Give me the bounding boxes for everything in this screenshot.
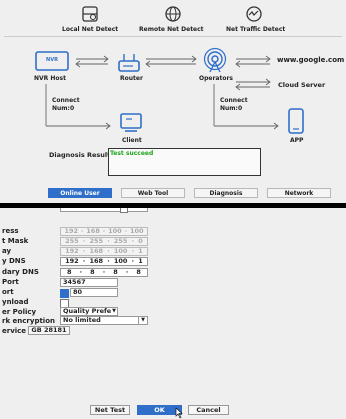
service-label: ervice [2, 327, 27, 335]
gb28181-button[interactable]: GB 28181 [28, 326, 70, 335]
primary-dns-field[interactable]: 192 · 168 · 100 · 1 [60, 257, 148, 266]
rtsp-port-label: ort [2, 288, 14, 296]
dns2-octet: 8 [136, 268, 141, 276]
secondary-dns-label: dary DNS [2, 268, 39, 276]
network-encryption-select[interactable]: No limited ▼ [60, 316, 148, 325]
client-label: Client [122, 137, 142, 144]
download-label: ynload [2, 298, 29, 306]
tab-network[interactable]: Network [267, 188, 331, 198]
subnet-mask-label: t Mask [2, 237, 29, 245]
ip-octet: 168 [86, 227, 100, 235]
dns-octet: 1 [138, 257, 143, 265]
diagnosis-result-box: Test succeed [108, 148, 261, 176]
tab-online-user[interactable]: Online User [48, 188, 112, 198]
mask-octet: 255 [89, 237, 104, 245]
gateway-octet: 192 [65, 247, 79, 255]
dns2-octet: 8 [67, 268, 72, 276]
cancel-button[interactable]: Cancel [188, 405, 229, 415]
app-label: APP [290, 137, 304, 144]
rtsp-port-checkbox[interactable] [60, 289, 69, 298]
net-test-button[interactable]: Net Test [90, 405, 130, 415]
connect-left-label: Connect Num:0 [52, 97, 80, 112]
network-detect-panel: Local Net Detect Remote Net Detect Net T… [0, 0, 346, 203]
gateway-field[interactable]: 192 · 168 · 100 · 1 [60, 247, 148, 256]
diagnosis-result-label: Diagnosis Result: [49, 151, 113, 159]
dns2-octet: 8 [113, 268, 118, 276]
primary-dns-label: y DNS [2, 257, 26, 265]
dns-octet: 100 [113, 257, 128, 265]
app-phone-icon [288, 108, 304, 134]
gateway-octet: 1 [138, 247, 143, 255]
tab-diagnosis[interactable]: Diagnosis [194, 188, 258, 198]
client-icon [120, 113, 142, 132]
chevron-down-icon: ▼ [112, 308, 116, 314]
ip-octet: 100 [108, 227, 122, 235]
ip-address-label: ress [2, 227, 19, 235]
secondary-dns-field[interactable]: 8 · 8 · 8 · 8 [60, 268, 148, 277]
mask-octet: 255 [113, 237, 128, 245]
ip-octet: 100 [129, 227, 144, 235]
connect-right-label: Connect Num:0 [220, 97, 248, 112]
ip-octet: 192 [64, 227, 79, 235]
chevron-down-icon: ▼ [138, 317, 145, 324]
subnet-mask-field[interactable]: 255 · 255 · 255 · 0 [60, 237, 148, 246]
dns-octet: 168 [89, 257, 104, 265]
dhcp-checkbox[interactable] [120, 208, 128, 213]
network-settings-panel [0, 208, 346, 419]
transfer-policy-label: er Policy [2, 308, 37, 316]
tab-web-tool[interactable]: Web Tool [121, 188, 185, 198]
mask-octet: 255 [65, 237, 79, 245]
dns2-octet: 8 [90, 268, 95, 276]
gateway-label: ay [2, 247, 12, 255]
gateway-octet: 168 [89, 247, 104, 255]
mouse-cursor-icon [175, 407, 183, 419]
network-encryption-label: rk encryption [2, 317, 55, 325]
rtsp-port-field[interactable]: 80 [70, 288, 118, 297]
network-encryption-value: No limited [63, 316, 101, 324]
http-port-field[interactable]: 34567 [60, 278, 118, 287]
dns-octet: 192 [65, 257, 79, 265]
diagnosis-result-text: Test succeed [110, 150, 154, 157]
ip-address-field[interactable]: 192 · 168 · 100 · 100 [60, 227, 148, 236]
cut-top-row [60, 208, 148, 212]
gateway-octet: 100 [113, 247, 128, 255]
transfer-policy-value: Quality Prefe [63, 307, 112, 315]
mask-octet: 0 [138, 237, 143, 245]
http-port-label: Port [2, 278, 19, 286]
transfer-policy-select[interactable]: Quality Prefe ▼ [60, 307, 118, 316]
